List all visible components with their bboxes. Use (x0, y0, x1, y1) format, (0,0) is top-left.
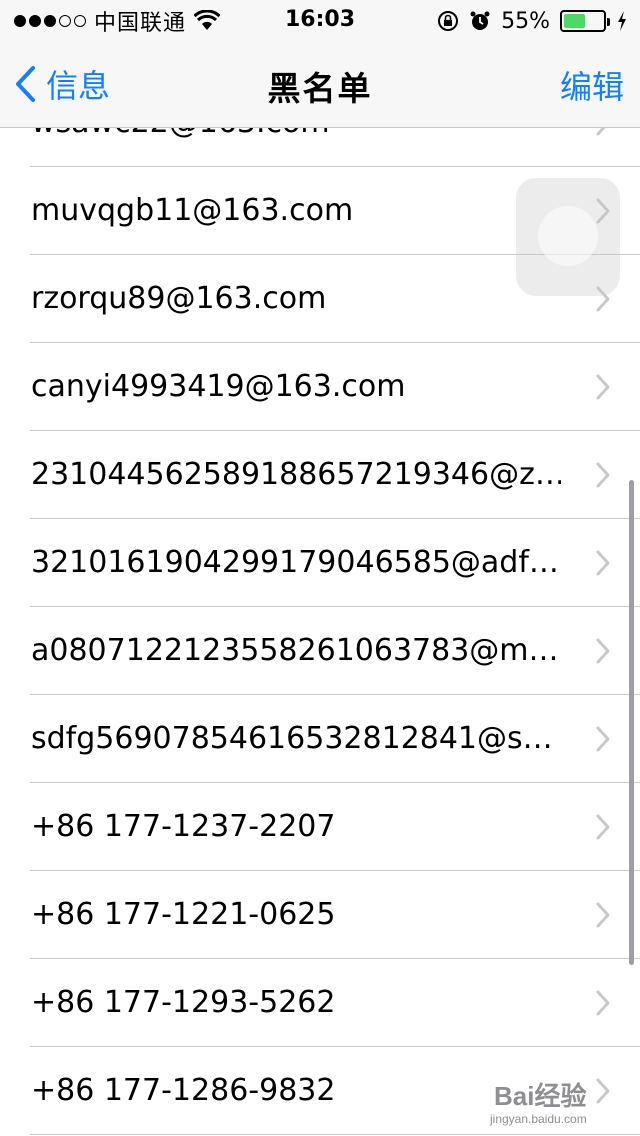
scroll-indicator[interactable] (629, 480, 634, 965)
rotation-lock-icon (438, 11, 459, 31)
list-item-label: +86 177-1221-0625 (31, 897, 336, 932)
chevron-right-icon (596, 814, 610, 840)
list-item[interactable]: a080712212355826106378​3@m… (0, 607, 640, 695)
list-item-label: +86 177-1293-5262 (31, 985, 336, 1020)
row-separator (30, 1134, 640, 1135)
battery-percent: 55% (501, 8, 550, 34)
edit-button[interactable]: 编辑 (560, 62, 624, 108)
assistive-touch-icon (538, 206, 598, 266)
watermark-main: Bai经验 (494, 1081, 587, 1111)
list-item-label: canyi4993419@163.com (31, 369, 406, 404)
list-item-label: muvqgb11@163.com (31, 193, 354, 228)
list-item[interactable]: +86 177-1221-0625 (0, 871, 640, 959)
list-item[interactable]: +86 177-1293-5262 (0, 959, 640, 1047)
navigation-bar: 信息 黑名单 编辑 (0, 40, 640, 128)
chevron-right-icon (596, 902, 610, 928)
chevron-right-icon (596, 550, 610, 576)
chevron-right-icon (596, 638, 610, 664)
status-right: 55% (437, 7, 628, 35)
chevron-right-icon (596, 990, 610, 1016)
list-item-label: rzorqu89@163.com (31, 281, 327, 316)
list-item[interactable]: canyi4993419@163.com (0, 343, 640, 431)
list-item[interactable]: +86 177-1237-2207 (0, 783, 640, 871)
assistive-touch-button[interactable] (516, 178, 620, 296)
watermark-sub: jingyan.baidu.com (490, 1112, 587, 1126)
list-item-label: sdfg569078546165328128​41@s… (31, 721, 553, 756)
chevron-right-icon (596, 462, 610, 488)
alarm-icon (470, 11, 490, 30)
list-item-label: a080712212355826106378​3@m… (31, 633, 559, 668)
list-item-label: 321016190429917904658​5@adf… (31, 545, 559, 580)
list-item[interactable]: sdfg569078546165328128​41@s… (0, 695, 640, 783)
battery-fill (564, 14, 585, 28)
watermark-logo: Bai经验 jingyan.baidu.com (490, 1068, 630, 1132)
chevron-right-icon (596, 374, 610, 400)
page-title: 黑名单 (267, 69, 373, 108)
charging-bolt-icon (618, 11, 626, 31)
list-item[interactable]: 321016190429917904658​5@adf… (0, 519, 640, 607)
list-item[interactable]: 2310445625891886572193​46@z… (0, 431, 640, 519)
list-item-label: 2310445625891886572193​46@z… (31, 457, 561, 492)
battery-icon (560, 10, 610, 32)
list-item-label: +86 177-1286-9832 (31, 1073, 336, 1108)
chevron-right-icon (596, 726, 610, 752)
status-bar: 中国联通 16:03 55% (0, 0, 640, 40)
list-item-label: +86 177-1237-2207 (31, 809, 336, 844)
